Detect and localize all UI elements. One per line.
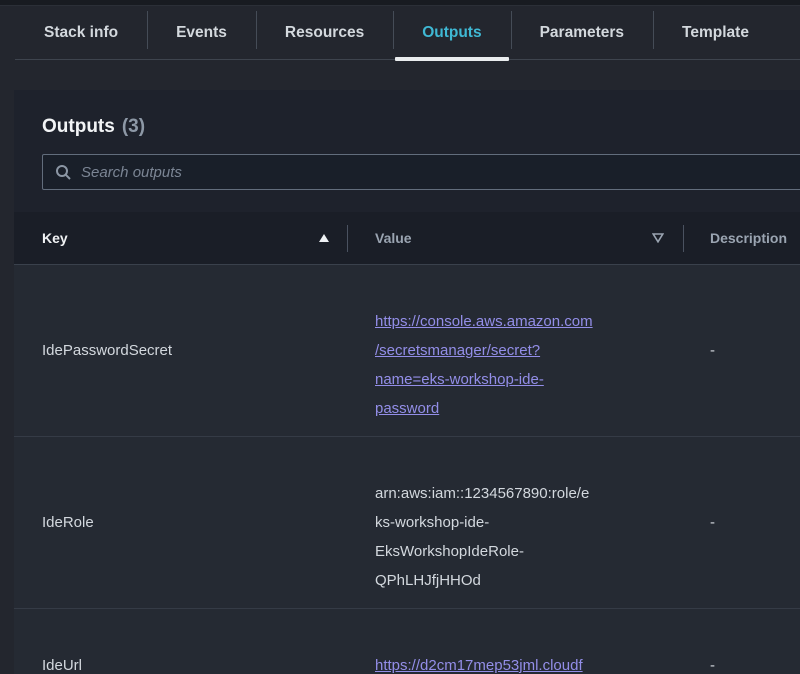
output-value-link[interactable]: https://d2cm17mep53jml.cloudf ront.net [375,657,583,674]
sort-ascending-icon [318,233,330,243]
column-header-description: Description [684,212,800,264]
search-input[interactable] [81,164,800,181]
table-row: IdeRole arn:aws:iam::1234567890:role/e k… [14,436,800,608]
output-key: IdeUrl [14,657,348,674]
tab-stack-info[interactable]: Stack info [15,6,147,59]
column-label-description: Description [710,230,787,246]
output-value-link[interactable]: https://console.aws.amazon.com /secretsm… [375,313,593,417]
outputs-panel-header: Outputs (3) [14,90,800,212]
column-label-value: Value [375,230,412,246]
sort-down-icon [652,233,664,243]
column-header-value[interactable]: Value [348,212,684,264]
tab-label: Resources [285,24,364,42]
column-header-key[interactable]: Key [14,212,348,264]
output-value-text: arn:aws:iam::1234567890:role/e ks-worksh… [375,485,589,589]
tab-label: Events [176,24,227,42]
tab-template[interactable]: Template [653,6,778,59]
tab-label: Stack info [44,24,118,42]
outputs-count-badge: (3) [122,116,145,138]
output-value-cell: arn:aws:iam::1234567890:role/e ks-worksh… [348,437,684,608]
table-row: IdePasswordSecret https://console.aws.am… [14,265,800,436]
output-key: IdeRole [14,514,348,531]
table-header-row: Key Value Description [14,212,800,265]
tab-resources[interactable]: Resources [256,6,393,59]
tab-label: Parameters [540,24,624,42]
tab-events[interactable]: Events [147,6,256,59]
tab-parameters[interactable]: Parameters [511,6,653,59]
tab-outputs[interactable]: Outputs [393,6,510,59]
search-icon [55,164,71,180]
output-description: - [684,342,800,359]
output-description: - [684,514,800,531]
panel-title: Outputs [42,116,115,138]
output-value-cell: https://d2cm17mep53jml.cloudf ront.net [348,609,684,674]
outputs-heading: Outputs (3) [42,116,784,138]
tab-label: Outputs [422,24,481,42]
output-value-cell: https://console.aws.amazon.com /secretsm… [348,265,684,436]
column-label-key: Key [42,230,68,246]
tab-label: Template [682,24,749,42]
output-key: IdePasswordSecret [14,342,348,359]
outputs-panel: Outputs (3) Key Value Description [14,90,800,674]
stack-tabs: Stack info Events Resources Outputs Para… [15,6,800,60]
output-description: - [684,657,800,674]
search-box [42,154,800,190]
table-row: IdeUrl https://d2cm17mep53jml.cloudf ron… [14,608,800,674]
